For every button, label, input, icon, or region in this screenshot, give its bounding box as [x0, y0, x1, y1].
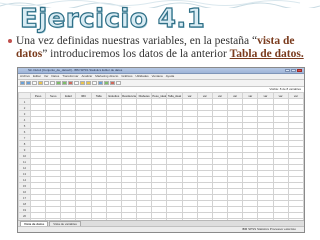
menu-item-graficos[interactable]: Gráficos: [121, 74, 132, 79]
spss-screenshot: Sin título1 [Conjunto_de_datos0] - IBM S…: [17, 67, 305, 233]
split-file-icon[interactable]: [92, 81, 97, 85]
save-icon[interactable]: [26, 81, 31, 85]
goto-case-icon[interactable]: [56, 81, 61, 85]
insert-variable-icon[interactable]: [86, 81, 91, 85]
bullet-text-part1: Una vez definidas nuestras variables, en…: [16, 35, 258, 47]
grid-body: 123456789101112131415161718192021222324: [18, 98, 304, 232]
window-title: Sin título1 [Conjunto_de_datos0] - IBM S…: [28, 68, 123, 72]
menu-item-analizar[interactable]: Analizar: [81, 74, 92, 79]
redo-icon[interactable]: [50, 81, 55, 85]
print-icon[interactable]: [32, 81, 37, 85]
bullet-icon: [8, 39, 12, 43]
status-bar: IBM SPSS Statistics Processor está listo: [18, 226, 304, 232]
status-text: IBM SPSS Statistics Processor está listo: [241, 227, 296, 231]
bullet-text: Una vez definidas nuestras variables, en…: [16, 35, 312, 61]
menu-item-transformar[interactable]: Transformar: [62, 74, 78, 79]
value-labels-icon[interactable]: [110, 81, 115, 85]
bullet-text-part2: ” introduciremos los datos de la anterio…: [42, 48, 230, 60]
variables-icon[interactable]: [68, 81, 73, 85]
select-cases-icon[interactable]: [104, 81, 109, 85]
bullet-paragraph: Una vez definidas nuestras variables, en…: [8, 35, 312, 61]
find-icon[interactable]: [74, 81, 79, 85]
close-icon[interactable]: [297, 69, 302, 72]
toolbar: [18, 80, 304, 87]
open-icon[interactable]: [20, 81, 25, 85]
minimize-icon[interactable]: [285, 69, 290, 72]
data-table: Peso Sexo Edad IMC Talla Estudios Reside…: [18, 92, 304, 232]
menu-item-utilidades[interactable]: Utilidades: [135, 74, 148, 79]
goto-variable-icon[interactable]: [62, 81, 67, 85]
use-sets-icon[interactable]: [116, 81, 121, 85]
insert-cases-icon[interactable]: [80, 81, 85, 85]
menu-item-marketing[interactable]: Marketing directo: [95, 74, 118, 79]
dialog-recall-icon[interactable]: [38, 81, 43, 85]
menu-item-ayuda[interactable]: Ayuda: [166, 74, 174, 79]
window-controls: [285, 69, 302, 72]
menu-item-ventana[interactable]: Ventana: [152, 74, 163, 79]
menu-item-ver[interactable]: Ver: [44, 74, 49, 79]
menu-item-editar[interactable]: Editar: [33, 74, 41, 79]
bullet-emphasis-data-table: Tabla de datos.: [229, 48, 304, 60]
maximize-icon[interactable]: [291, 69, 296, 72]
weight-cases-icon[interactable]: [98, 81, 103, 85]
window-titlebar: Sin título1 [Conjunto_de_datos0] - IBM S…: [18, 68, 304, 74]
slide-title: Ejercicio 4.1: [19, 4, 206, 34]
menu-item-archivo[interactable]: Archivo: [20, 74, 30, 79]
data-grid: Peso Sexo Edad IMC Talla Estudios Reside…: [18, 92, 304, 232]
menu-item-datos[interactable]: Datos: [51, 74, 59, 79]
undo-icon[interactable]: [44, 81, 49, 85]
